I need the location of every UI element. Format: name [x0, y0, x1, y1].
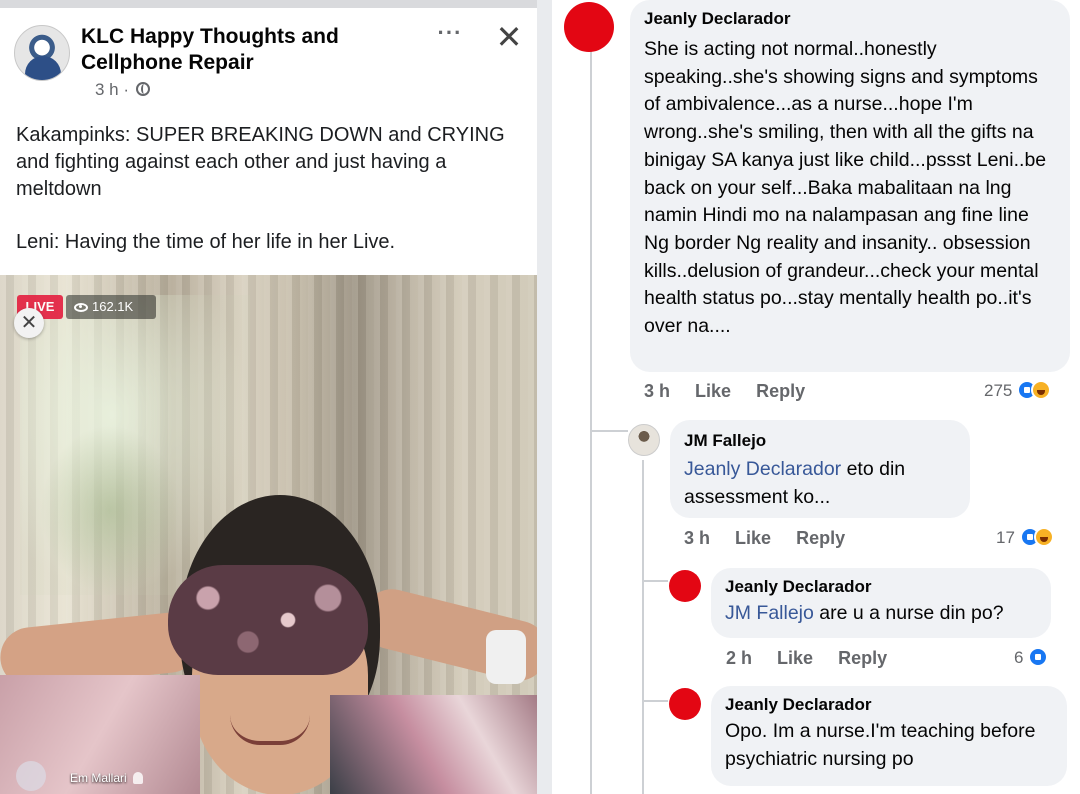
plant-shadow: [40, 425, 180, 595]
person-icon: [132, 772, 143, 784]
commenter-avatar[interactable]: [628, 424, 660, 456]
reaction-count: 275: [984, 381, 1013, 400]
reaction-summary[interactable]: 275: [984, 380, 1052, 401]
more-options-button[interactable]: ···: [432, 22, 468, 52]
reaction-summary[interactable]: 6: [1014, 647, 1049, 668]
comment-bubble: Jeanly Declarador Opo. Im a nurse.I'm te…: [711, 686, 1067, 786]
comment-text: Opo. Im a nurse.I'm teaching before psyc…: [725, 720, 1036, 770]
haha-reaction-icon: [1031, 380, 1052, 400]
comment-actions: 3 h Like Reply: [644, 381, 805, 402]
sequin-sleep-mask: [168, 565, 368, 675]
post-text-paragraph-2: Leni: Having the time of her life in her…: [16, 231, 396, 253]
live-video[interactable]: LIVE 162.1K ✕ Em Mallari: [0, 275, 537, 794]
thread-connector-2: [642, 580, 668, 582]
like-button[interactable]: Like: [777, 648, 813, 669]
comment-text: JM Fallejo are u a nurse din po?: [725, 600, 1037, 628]
avatar-figure-icon: [25, 56, 61, 80]
page-name[interactable]: KLC Happy Thoughts and Cellphone Repair: [81, 24, 381, 76]
reaction-count: 6: [1014, 648, 1024, 667]
comment-author[interactable]: Jeanly Declarador: [644, 8, 1056, 30]
comment-actions: 3 h Like Reply: [684, 528, 845, 549]
top-divider: [0, 0, 537, 8]
comment-text: Jeanly Declarador eto din assessment ko.…: [684, 456, 956, 511]
commenter-avatar[interactable]: [669, 688, 701, 720]
haha-reaction-icon: [1033, 527, 1054, 547]
reaction-count: 17: [996, 528, 1015, 547]
comment-time[interactable]: 3 h: [644, 381, 670, 402]
broadcaster-name[interactable]: Em Mallari: [70, 771, 127, 785]
eye-icon: [74, 303, 88, 312]
broadcaster-avatar[interactable]: [16, 761, 46, 791]
meta-separator: ·: [123, 80, 130, 99]
page-avatar[interactable]: [14, 25, 70, 81]
broadcaster-label[interactable]: Em Mallari: [70, 771, 143, 785]
commenter-avatar[interactable]: [564, 2, 614, 52]
comment-author[interactable]: JM Fallejo: [684, 430, 956, 452]
comment-text: She is acting not normal..honestly speak…: [644, 38, 1047, 338]
comment-author[interactable]: Jeanly Declarador: [725, 576, 1037, 598]
comment-bubble: Jeanly Declarador She is acting not norm…: [630, 0, 1070, 372]
post-header: KLC Happy Thoughts and Cellphone Repair …: [14, 20, 526, 102]
comment-bubble: Jeanly Declarador JM Fallejo are u a nur…: [711, 568, 1051, 638]
like-button[interactable]: Like: [735, 528, 771, 549]
like-reaction-icon: [1028, 647, 1049, 667]
thread-connector-1: [590, 430, 628, 432]
like-button[interactable]: Like: [695, 381, 731, 402]
thread-line-reply: [642, 460, 644, 794]
post-timestamp[interactable]: 3 h ·: [95, 80, 150, 100]
comment-body: are u a nurse din po?: [813, 602, 1004, 624]
thread-line-main: [590, 50, 592, 794]
globe-icon: [135, 82, 150, 96]
viewer-count: 162.1K: [92, 299, 134, 314]
comment-bubble: JM Fallejo Jeanly Declarador eto din ass…: [670, 420, 970, 518]
reaction-summary[interactable]: 17: [996, 527, 1054, 548]
close-button[interactable]: ✕: [492, 20, 526, 54]
mention-link[interactable]: Jeanly Declarador: [684, 458, 841, 480]
comments-panel: Jeanly Declarador She is acting not norm…: [552, 0, 1080, 794]
viewer-count-badge: 162.1K: [66, 295, 156, 319]
post-text-paragraph-1: Kakampinks: SUPER BREAKING DOWN and CRYI…: [16, 124, 505, 200]
comment-actions: 2 h Like Reply: [726, 648, 887, 669]
commenter-avatar[interactable]: [669, 570, 701, 602]
post-time[interactable]: 3 h: [95, 80, 119, 99]
post-card: KLC Happy Thoughts and Cellphone Repair …: [0, 0, 537, 794]
post-body: Kakampinks: SUPER BREAKING DOWN and CRYI…: [16, 122, 526, 256]
pillow-right: [330, 695, 537, 794]
reply-button[interactable]: Reply: [756, 381, 805, 402]
comment-time[interactable]: 3 h: [684, 528, 710, 549]
reply-button[interactable]: Reply: [796, 528, 845, 549]
video-close-button[interactable]: ✕: [14, 308, 44, 338]
mention-link[interactable]: JM Fallejo: [725, 602, 814, 624]
thread-connector-3: [642, 700, 668, 702]
comment-author[interactable]: Jeanly Declarador: [725, 694, 1053, 716]
comment-time[interactable]: 2 h: [726, 648, 752, 669]
wrist-watch: [486, 630, 526, 684]
reply-button[interactable]: Reply: [838, 648, 887, 669]
